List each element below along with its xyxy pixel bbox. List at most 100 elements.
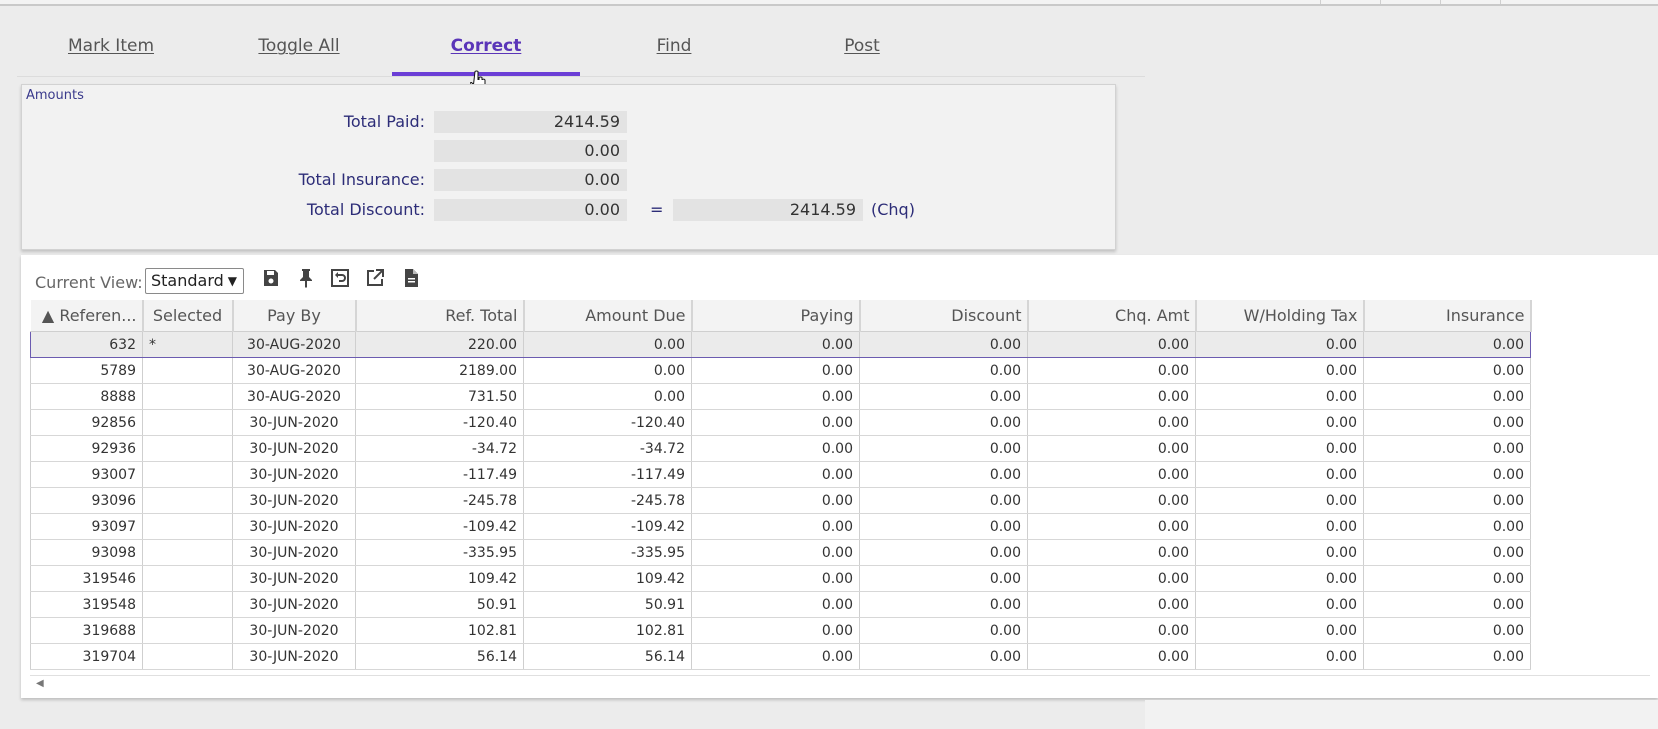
table-cell: 0.00 (859, 513, 1028, 540)
column-header-pay-by[interactable]: Pay By (232, 300, 357, 332)
table-cell: 30-JUN-2020 (232, 591, 356, 618)
table-row[interactable]: 319688 30-JUN-2020 102.81 102.81 0.00 0.00 0.0… (30, 617, 1531, 644)
table-cell (142, 513, 233, 540)
table-row[interactable]: 319704 30-JUN-2020 56.14 56.14 0.00 0.00 0.00 0… (30, 643, 1531, 670)
amounts-panel: Amounts Total Paid: 2414.59 0.00 Total I… (21, 84, 1116, 250)
view-select[interactable]: Standard ▼ (145, 268, 244, 294)
table-cell: 0.00 (859, 617, 1028, 644)
tab-mark-item[interactable]: Mark Item (17, 28, 205, 76)
table-row[interactable]: 93007 30-JUN-2020 -117.49 -117.49 0.00 0.00 0.… (30, 461, 1531, 488)
table-row[interactable]: 92856 30-JUN-2020 -120.40 -120.40 0.00 0.00 0.… (30, 409, 1531, 436)
table-cell: 30-JUN-2020 (232, 461, 356, 488)
total-paid-label: Total Paid: (343, 112, 425, 131)
table-cell: 93096 (30, 487, 143, 514)
table-cell: 0.00 (691, 331, 860, 358)
table-cell: 0.00 (691, 539, 860, 566)
column-header-paying[interactable]: Paying (691, 300, 861, 332)
tab-find[interactable]: Find (580, 28, 768, 76)
table-cell (142, 383, 233, 410)
table-cell: 0.00 (1195, 643, 1364, 670)
table-cell: 0.00 (1363, 461, 1531, 488)
column-header-amount-due[interactable]: Amount Due (523, 300, 693, 332)
table-cell (142, 565, 233, 592)
table-row[interactable]: 92936 30-JUN-2020 -34.72 -34.72 0.00 0.00 0.00… (30, 435, 1531, 462)
table-row[interactable]: 319548 30-JUN-2020 50.91 50.91 0.00 0.00 0.00 0… (30, 591, 1531, 618)
table-row[interactable]: 319546 30-JUN-2020 109.42 109.42 0.00 0.00 0.0… (30, 565, 1531, 592)
table-cell: 0.00 (859, 409, 1028, 436)
table-cell: 0.00 (1195, 591, 1364, 618)
table-row[interactable]: 632 * 30-AUG-2020 220.00 0.00 0.00 0.00 0.00 0.0… (30, 331, 1531, 358)
table-cell: 0.00 (1195, 513, 1364, 540)
column-header-withholding-tax[interactable]: W/Holding Tax (1195, 300, 1365, 332)
table-cell: 30-JUN-2020 (232, 565, 356, 592)
table-cell: 0.00 (859, 539, 1028, 566)
cheque-suffix: (Chq) (871, 200, 915, 219)
table-cell: 0.00 (1195, 409, 1364, 436)
table-cell (142, 643, 233, 670)
table-cell: 109.42 (523, 565, 692, 592)
total-discount-label: Total Discount: (306, 200, 425, 219)
column-header-discount[interactable]: Discount (859, 300, 1029, 332)
pin-icon[interactable] (295, 267, 317, 289)
horizontal-scrollbar[interactable]: ◀ (30, 675, 1650, 692)
table-cell: 319704 (30, 643, 143, 670)
table-cell: 632 (30, 331, 143, 358)
column-header-selected[interactable]: Selected (142, 300, 234, 332)
table-cell: 0.00 (1195, 331, 1364, 358)
table-body: 632 * 30-AUG-2020 220.00 0.00 0.00 0.00 0.00 0.0… (30, 331, 1531, 670)
column-header-insurance[interactable]: Insurance (1363, 300, 1532, 332)
tab-post[interactable]: Post (768, 28, 956, 76)
table-cell: 0.00 (859, 435, 1028, 462)
table-cell: 0.00 (1363, 643, 1531, 670)
reset-view-icon[interactable] (329, 267, 351, 289)
table-cell: 0.00 (1195, 357, 1364, 384)
table-cell: 0.00 (859, 643, 1028, 670)
scroll-left-icon[interactable]: ◀ (36, 678, 44, 689)
table-cell: 5789 (30, 357, 143, 384)
table-cell: 0.00 (691, 591, 860, 618)
top-strip (0, 0, 1658, 6)
table-cell: -245.78 (523, 487, 692, 514)
amounts-title: Amounts (26, 88, 84, 103)
table-cell (142, 591, 233, 618)
table-row[interactable]: 8888 30-AUG-2020 731.50 0.00 0.00 0.00 0.00 0.0… (30, 383, 1531, 410)
table-cell: 0.00 (1195, 435, 1364, 462)
column-header-reference[interactable]: ▲ Referen... (30, 300, 144, 332)
equals-sign: = (650, 200, 664, 219)
table-cell: 0.00 (691, 461, 860, 488)
column-header-ref-total[interactable]: Ref. Total (355, 300, 525, 332)
table-row[interactable]: 93097 30-JUN-2020 -109.42 -109.42 0.00 0.00 0.… (30, 513, 1531, 540)
table-row[interactable]: 93096 30-JUN-2020 -245.78 -245.78 0.00 0.00 0.… (30, 487, 1531, 514)
table-cell: 0.00 (859, 565, 1028, 592)
export-icon[interactable] (364, 267, 386, 289)
tab-correct[interactable]: Correct (392, 28, 580, 76)
table-row[interactable]: 5789 30-AUG-2020 2189.00 0.00 0.00 0.00 0.00 0.… (30, 357, 1531, 384)
table-cell: -34.72 (523, 435, 692, 462)
table-cell (142, 435, 233, 462)
table-cell: 30-AUG-2020 (232, 383, 356, 410)
table-cell: 0.00 (1363, 565, 1531, 592)
table-cell: -120.40 (355, 409, 524, 436)
table-cell: * (142, 331, 233, 358)
table-cell: 0.00 (1363, 383, 1531, 410)
table-cell: 30-JUN-2020 (232, 617, 356, 644)
table-cell: -117.49 (523, 461, 692, 488)
table-cell: -335.95 (523, 539, 692, 566)
tab-toggle-all[interactable]: Toggle All (205, 28, 393, 76)
document-icon[interactable] (400, 267, 422, 289)
table-cell: 30-JUN-2020 (232, 435, 356, 462)
table-cell: 0.00 (691, 409, 860, 436)
table-cell: 0.00 (1027, 357, 1196, 384)
table-cell: 30-JUN-2020 (232, 487, 356, 514)
total-insurance-value: 0.00 (434, 169, 627, 191)
table-cell: 109.42 (355, 565, 524, 592)
table-cell: -34.72 (355, 435, 524, 462)
grid-panel: Current View: Standard ▼ ▲ Referen... Se… (21, 255, 1658, 698)
save-icon[interactable] (260, 267, 282, 289)
table-cell: 319546 (30, 565, 143, 592)
table-cell (142, 409, 233, 436)
table-cell: 0.00 (691, 643, 860, 670)
table-row[interactable]: 93098 30-JUN-2020 -335.95 -335.95 0.00 0.00 0.… (30, 539, 1531, 566)
table-cell: 0.00 (691, 487, 860, 514)
column-header-chq-amt[interactable]: Chq. Amt (1027, 300, 1197, 332)
